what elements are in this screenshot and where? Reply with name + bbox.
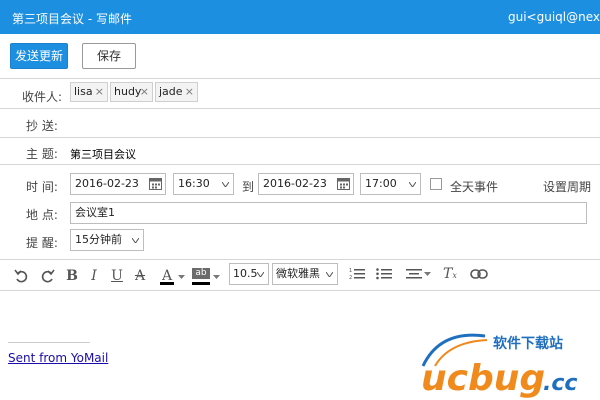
highlight-icon[interactable]: ab	[192, 268, 210, 279]
chevron-down-icon	[222, 182, 229, 187]
cc-label: 抄 送:	[26, 119, 58, 133]
account-label[interactable]: gui<guiql@nexted	[508, 10, 600, 24]
numbered-list-icon[interactable]: 12	[349, 267, 365, 281]
all-day-checkbox[interactable]	[430, 178, 442, 190]
end-date-field[interactable]: 2016-02-23	[258, 173, 354, 195]
recipient-name: hudy	[114, 85, 142, 98]
to-time-label: 到	[242, 180, 255, 194]
location-input[interactable]: 会议室1	[70, 202, 587, 224]
chevron-down-icon	[409, 182, 416, 187]
font-size-select[interactable]: 10.5	[229, 263, 269, 285]
remove-recipient-icon[interactable]: ×	[140, 83, 149, 101]
font-family-value: 微软雅黑	[276, 267, 320, 280]
chevron-down-icon	[132, 238, 139, 243]
end-date-value: 2016-02-23	[263, 177, 327, 190]
recipient-chip-lisa[interactable]: lisa ×	[70, 82, 108, 102]
end-time-value: 17:00	[365, 177, 397, 190]
location-label: 地 点:	[26, 208, 58, 222]
chevron-down-icon	[257, 272, 264, 277]
set-recurrence-link[interactable]: 设置周期	[543, 178, 591, 195]
strikethrough-icon[interactable]: A	[134, 267, 146, 285]
watermark-logo: 软件下载站 ucbug .cc	[421, 333, 577, 399]
underline-icon[interactable]: U	[111, 267, 123, 285]
reminder-label: 提 醒:	[26, 236, 58, 250]
link-icon[interactable]	[470, 268, 488, 280]
clear-format-sub: x	[452, 271, 457, 280]
divider	[0, 137, 600, 138]
clear-format-glyph: T	[443, 266, 453, 282]
watermark-tld: .cc	[543, 371, 577, 396]
svg-text:2: 2	[349, 275, 352, 281]
recipient-chip-hudy[interactable]: hudy ×	[110, 82, 153, 102]
chevron-down-icon	[326, 272, 333, 277]
subject-label: 主 题:	[26, 147, 58, 161]
bulleted-list-icon[interactable]	[376, 267, 392, 281]
font-size-value: 10.5	[233, 267, 258, 280]
redo-icon[interactable]	[41, 267, 55, 285]
start-date-field[interactable]: 2016-02-23	[70, 173, 166, 195]
highlight-color-bar	[192, 282, 210, 285]
divider	[0, 78, 600, 79]
divider	[0, 259, 600, 260]
end-time-select[interactable]: 17:00	[360, 173, 421, 195]
start-time-select[interactable]: 16:30	[173, 173, 234, 195]
signature-link[interactable]: Sent from YoMail	[8, 351, 108, 365]
signature-divider	[8, 342, 90, 343]
font-color-icon[interactable]: A	[160, 267, 174, 285]
undo-icon[interactable]	[14, 267, 28, 285]
calendar-icon[interactable]	[149, 177, 162, 190]
start-date-value: 2016-02-23	[75, 177, 139, 190]
save-button[interactable]: 保存	[82, 43, 136, 69]
send-update-button[interactable]: 发送更新	[10, 43, 68, 69]
calendar-icon[interactable]	[337, 177, 350, 190]
time-label: 时 间:	[26, 180, 58, 194]
clear-format-icon[interactable]: Tx	[443, 266, 457, 282]
chevron-down-icon[interactable]	[213, 267, 220, 285]
window-titlebar: 第三项目会议 - 写邮件 gui<guiql@nexted	[0, 0, 600, 34]
chevron-down-icon[interactable]	[178, 267, 185, 285]
recipient-name: lisa	[74, 85, 93, 98]
remove-recipient-icon[interactable]: ×	[185, 83, 194, 101]
divider	[0, 164, 600, 165]
recipient-chip-jade[interactable]: jade ×	[155, 82, 198, 102]
divider	[0, 108, 600, 109]
bold-icon[interactable]: B	[66, 267, 78, 285]
recipient-name: jade	[159, 85, 183, 98]
all-day-label: 全天事件	[450, 180, 499, 194]
svg-text:1: 1	[349, 268, 352, 274]
watermark-cn: 软件下载站	[493, 335, 563, 352]
reminder-select[interactable]: 15分钟前	[70, 229, 144, 251]
reminder-value: 15分钟前	[75, 233, 122, 246]
location-value: 会议室1	[75, 206, 115, 219]
align-icon[interactable]	[406, 267, 422, 281]
window-title: 第三项目会议 - 写邮件	[12, 12, 132, 26]
font-family-select[interactable]: 微软雅黑	[272, 263, 338, 285]
cc-input[interactable]	[70, 112, 590, 134]
remove-recipient-icon[interactable]: ×	[95, 83, 104, 101]
chevron-down-icon[interactable]	[424, 267, 431, 281]
to-label: 收件人:	[22, 90, 63, 104]
italic-icon[interactable]: I	[88, 267, 100, 285]
start-time-value: 16:30	[178, 177, 210, 190]
subject-input[interactable]: 第三项目会议	[70, 146, 136, 162]
watermark-logo-text: ucbug	[421, 358, 545, 399]
